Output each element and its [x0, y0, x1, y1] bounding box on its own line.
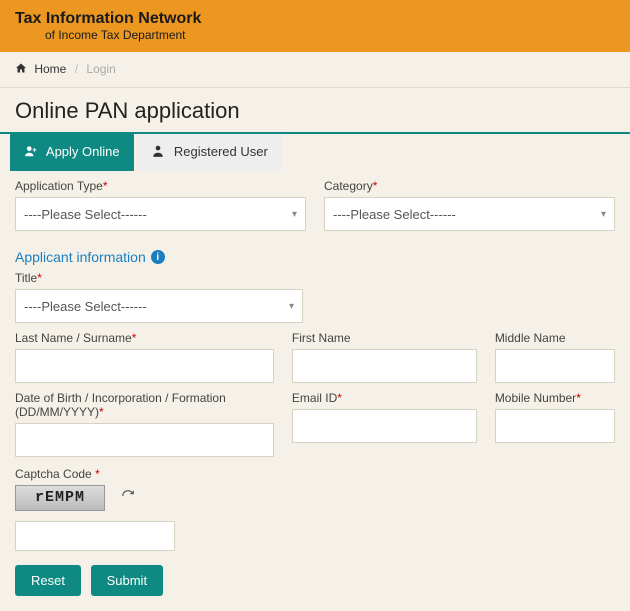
section-applicant-info: Applicant information i: [15, 239, 615, 271]
category-label: Category*: [324, 179, 615, 193]
mobile-input[interactable]: [495, 409, 615, 443]
dob-label: Date of Birth / Incorporation / Formatio…: [15, 391, 274, 419]
title-select[interactable]: ----Please Select------ ▾: [15, 289, 303, 323]
middle-name-input[interactable]: [495, 349, 615, 383]
chevron-down-icon: ▾: [289, 301, 294, 312]
info-icon[interactable]: i: [151, 250, 165, 264]
last-name-label: Last Name / Surname*: [15, 331, 274, 345]
tab-apply-online[interactable]: Apply Online: [10, 134, 134, 171]
chevron-down-icon: ▾: [601, 209, 606, 220]
title-value: ----Please Select------: [24, 299, 147, 314]
breadcrumb-sep: /: [75, 62, 78, 76]
home-icon: [15, 62, 27, 77]
captcha-image: rEMPM: [15, 485, 105, 511]
user-plus-icon: [24, 144, 38, 161]
brand-sub: of Income Tax Department: [45, 28, 615, 42]
brand-main: Tax Information Network: [15, 10, 615, 28]
last-name-input[interactable]: [15, 349, 274, 383]
page-title: Online PAN application: [0, 88, 630, 134]
chevron-down-icon: ▾: [292, 209, 297, 220]
mobile-label: Mobile Number*: [495, 391, 615, 405]
dob-input[interactable]: [15, 423, 274, 457]
button-row: Reset Submit: [15, 565, 615, 596]
middle-name-label: Middle Name: [495, 331, 615, 345]
application-type-label: Application Type*: [15, 179, 306, 193]
email-input[interactable]: [292, 409, 477, 443]
top-banner: Tax Information Network of Income Tax De…: [0, 0, 630, 52]
captcha-label: Captcha Code *: [15, 467, 615, 481]
section-applicant-text: Applicant information: [15, 249, 146, 265]
first-name-input[interactable]: [292, 349, 477, 383]
submit-button[interactable]: Submit: [91, 565, 163, 596]
tab-apply-label: Apply Online: [46, 144, 120, 159]
application-type-value: ----Please Select------: [24, 207, 147, 222]
user-check-icon: [151, 144, 165, 161]
first-name-label: First Name: [292, 331, 477, 345]
tab-registered-label: Registered User: [174, 144, 268, 159]
captcha-input[interactable]: [15, 521, 175, 551]
refresh-icon[interactable]: [121, 489, 135, 506]
tab-registered-user[interactable]: Registered User: [137, 134, 282, 171]
email-label: Email ID*: [292, 391, 477, 405]
title-label: Title*: [15, 271, 303, 285]
tabs: Apply Online Registered User: [0, 134, 630, 171]
form-area: Application Type* ----Please Select-----…: [0, 171, 630, 611]
category-select[interactable]: ----Please Select------ ▾: [324, 197, 615, 231]
category-value: ----Please Select------: [333, 207, 456, 222]
application-type-select[interactable]: ----Please Select------ ▾: [15, 197, 306, 231]
breadcrumb: Home / Login: [0, 52, 630, 88]
breadcrumb-home[interactable]: Home: [34, 62, 66, 76]
breadcrumb-current: Login: [86, 62, 115, 76]
reset-button[interactable]: Reset: [15, 565, 81, 596]
